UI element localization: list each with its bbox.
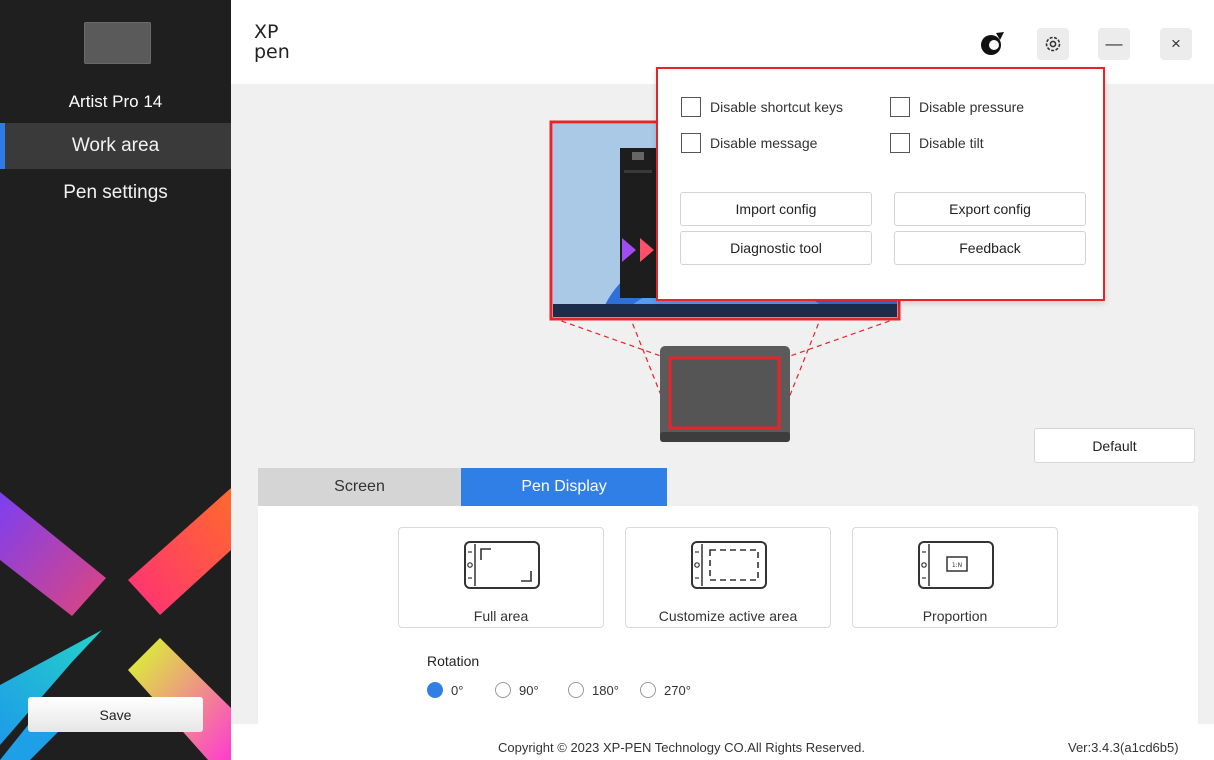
- checkbox-label: Disable tilt: [919, 135, 984, 151]
- copyright-text: Copyright © 2023 XP-PEN Technology CO.Al…: [498, 740, 866, 755]
- radio-button[interactable]: [568, 682, 584, 698]
- checkbox-box[interactable]: [681, 133, 701, 153]
- version-text: Ver:3.4.3(a1cd6b5): [1068, 740, 1179, 755]
- default-button[interactable]: Default: [1034, 428, 1195, 463]
- checkbox-disable-tilt[interactable]: Disable tilt: [890, 133, 984, 153]
- radio-label: 0°: [451, 682, 464, 698]
- diagnostic-tool-button[interactable]: Diagnostic tool: [680, 231, 872, 265]
- checkbox-box[interactable]: [890, 133, 910, 153]
- mode-label: Proportion: [922, 608, 988, 624]
- full-area-icon: [464, 541, 540, 589]
- rotation-option-180[interactable]: 180°: [568, 682, 619, 698]
- settings-popup: Disable shortcut keys Disable pressure D…: [656, 67, 1105, 301]
- rotation-label: Rotation: [427, 653, 480, 669]
- radio-button[interactable]: [495, 682, 511, 698]
- checkbox-label: Disable message: [710, 135, 818, 151]
- rotation-option-270[interactable]: 270°: [640, 682, 691, 698]
- tab-screen[interactable]: Screen: [258, 468, 461, 506]
- feedback-button[interactable]: Feedback: [894, 231, 1086, 265]
- checkbox-box[interactable]: [681, 97, 701, 117]
- svg-text:1:N: 1:N: [952, 562, 962, 569]
- mode-customize-active-area[interactable]: Customize active area: [625, 527, 831, 628]
- mode-label: Full area: [473, 608, 529, 624]
- tab-pen-display[interactable]: Pen Display: [461, 468, 667, 506]
- mode-proportion[interactable]: 1:N Proportion: [852, 527, 1058, 628]
- import-config-button[interactable]: Import config: [680, 192, 872, 226]
- rotation-option-0[interactable]: 0°: [427, 682, 463, 698]
- checkbox-disable-shortcut-keys[interactable]: Disable shortcut keys: [681, 97, 843, 117]
- checkbox-disable-message[interactable]: Disable message: [681, 133, 817, 153]
- radio-label: 90°: [519, 682, 539, 698]
- mode-full-area[interactable]: Full area: [398, 527, 604, 628]
- radio-button[interactable]: [640, 682, 656, 698]
- customize-area-icon: [691, 541, 767, 589]
- checkbox-label: Disable shortcut keys: [710, 99, 844, 115]
- checkbox-box[interactable]: [890, 97, 910, 117]
- proportion-icon: 1:N: [918, 541, 994, 589]
- radio-button[interactable]: [427, 682, 443, 698]
- checkbox-label: Disable pressure: [919, 99, 1025, 115]
- radio-label: 270°: [664, 682, 691, 698]
- radio-label: 180°: [592, 682, 619, 698]
- rotation-option-90[interactable]: 90°: [495, 682, 539, 698]
- export-config-button[interactable]: Export config: [894, 192, 1086, 226]
- save-button[interactable]: Save: [28, 697, 203, 732]
- checkbox-disable-pressure[interactable]: Disable pressure: [890, 97, 1024, 117]
- mode-label: Customize active area: [658, 608, 798, 624]
